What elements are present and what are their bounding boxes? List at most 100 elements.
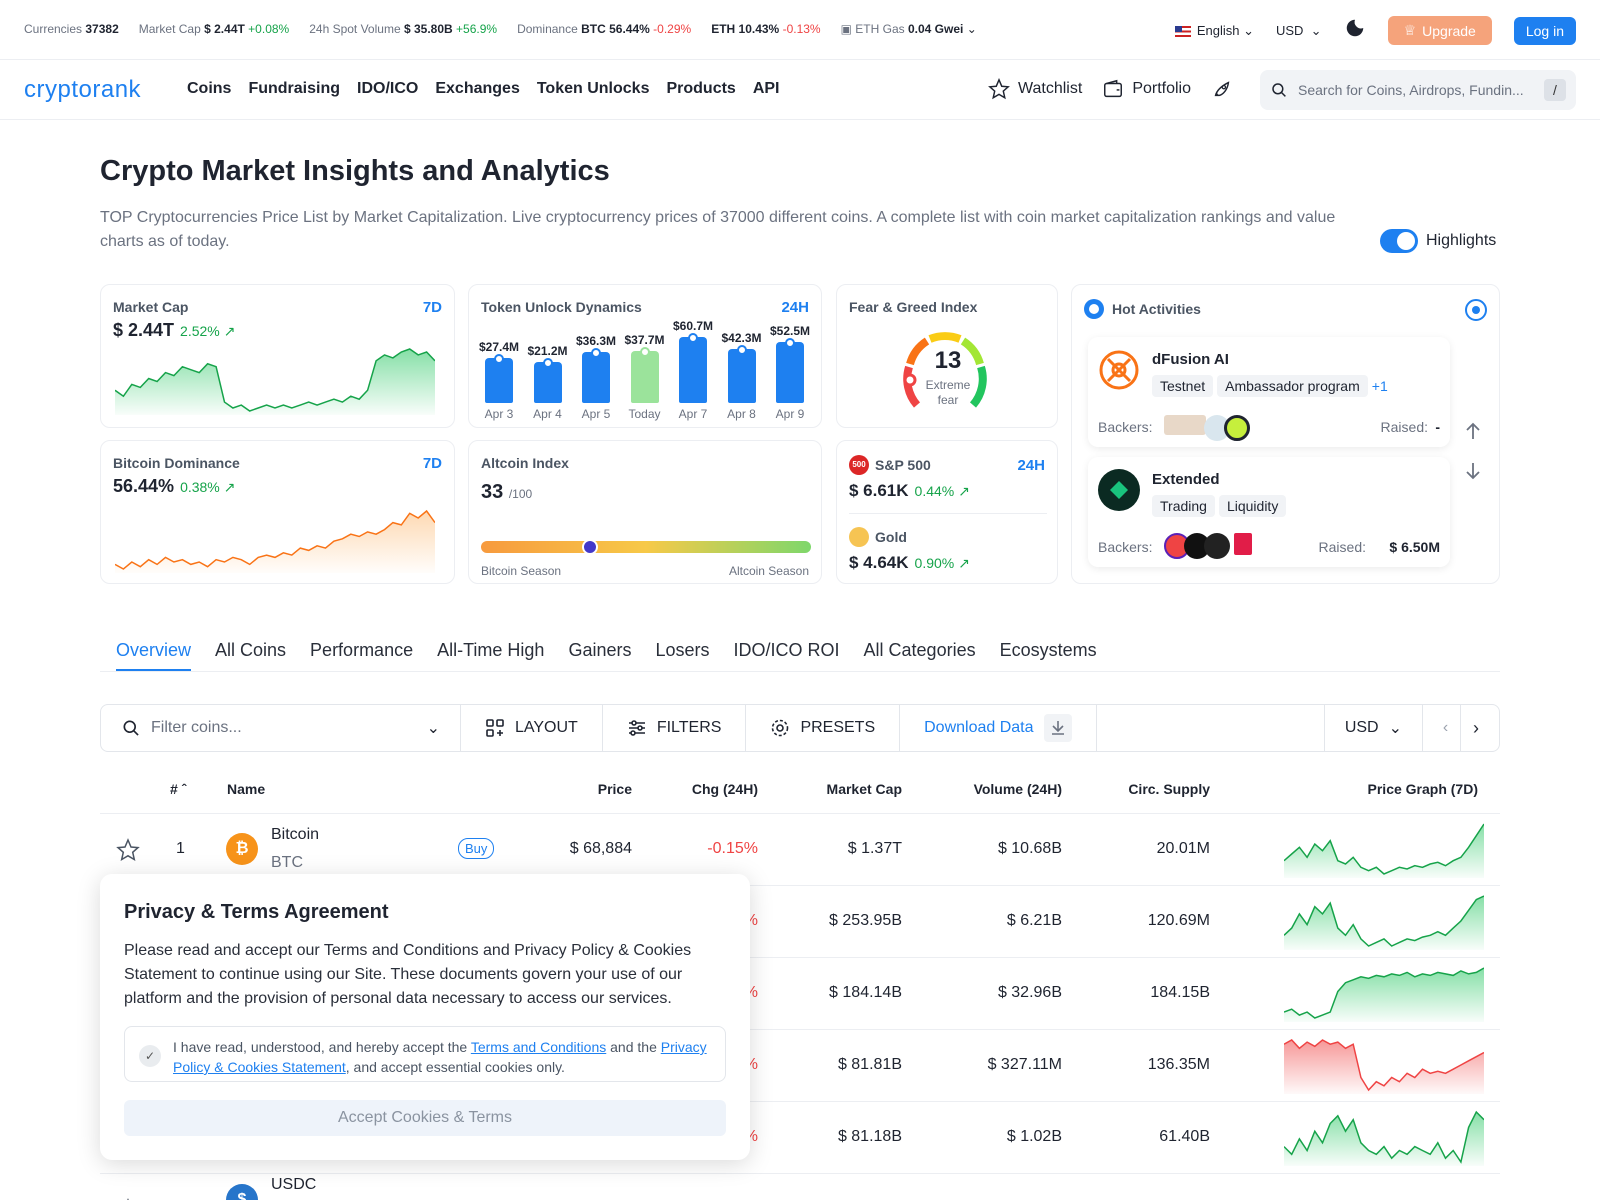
- btc-dominance-card[interactable]: Bitcoin Dominance 7D 56.44% 0.38% ↗: [100, 440, 455, 584]
- nav-products[interactable]: Products: [666, 80, 735, 98]
- tab-ecosystems[interactable]: Ecosystems: [1000, 640, 1097, 671]
- unlock-bar-category: Apr 9: [775, 407, 805, 421]
- tab-performance[interactable]: Performance: [310, 640, 413, 671]
- sparkline-area: [1284, 896, 1484, 950]
- nav-ido-ico[interactable]: IDO/ICO: [357, 80, 418, 98]
- activity-item-dfusion[interactable]: dFusion AI Testnet Ambassador program +1 B…: [1088, 337, 1450, 447]
- star-icon[interactable]: [116, 838, 140, 862]
- unlock-bar-marker: [542, 357, 553, 368]
- token-unlock-card[interactable]: Token Unlock Dynamics 24H $27.4M Apr 3 $21…: [468, 284, 822, 428]
- unlock-bar-group[interactable]: $37.7M Today: [621, 285, 669, 429]
- altcoin-index-card[interactable]: Altcoin Index 33 /100 Bitcoin Season Alt…: [468, 440, 822, 584]
- watchlist-link[interactable]: Watchlist: [988, 78, 1082, 100]
- currency-selector[interactable]: USD ⌄: [1276, 23, 1322, 39]
- coin-name[interactable]: Bitcoin: [271, 826, 319, 844]
- tab-gainers[interactable]: Gainers: [568, 640, 631, 671]
- chevron-down-icon[interactable]: ⌄: [427, 718, 440, 738]
- unlock-bar-group[interactable]: $27.4M Apr 3: [475, 285, 523, 429]
- login-button[interactable]: Log in: [1513, 16, 1576, 45]
- header-rank[interactable]: # ˆ: [170, 781, 186, 797]
- toggle-switch[interactable]: [1380, 229, 1418, 253]
- download-data-button[interactable]: Download Data: [900, 705, 1097, 751]
- tab-losers[interactable]: Losers: [655, 640, 709, 671]
- unlock-bar-label: $36.3M: [575, 334, 617, 349]
- unlock-bar-marker: [639, 347, 650, 358]
- consent-checkbox-row[interactable]: ✓ I have read, understood, and hereby ac…: [124, 1026, 726, 1082]
- filter-coins[interactable]: Filter coins... ⌄: [101, 705, 461, 751]
- scroll-left-icon[interactable]: ‹: [1431, 705, 1461, 751]
- filters-button[interactable]: FILTERS: [603, 705, 747, 751]
- tab-all-time-high[interactable]: All-Time High: [437, 640, 544, 671]
- header-market-cap[interactable]: Market Cap: [827, 781, 902, 797]
- activity-item-extended[interactable]: Extended Trading Liquidity Backers: Raise…: [1088, 457, 1450, 567]
- backer-avatars: [1164, 415, 1250, 441]
- moon-icon: [1346, 19, 1363, 36]
- table-currency-select[interactable]: USD ⌄: [1325, 705, 1423, 751]
- nav-right: Watchlist Portfolio: [988, 78, 1233, 100]
- nav-fundraising[interactable]: Fundraising: [248, 80, 340, 98]
- portfolio-link[interactable]: Portfolio: [1102, 78, 1191, 100]
- language-selector[interactable]: English ⌄: [1174, 23, 1254, 39]
- us-flag-icon: [1174, 25, 1191, 37]
- modal-body: Please read and accept our Terms and Con…: [124, 942, 692, 1007]
- rocket-icon[interactable]: [1211, 78, 1233, 100]
- unlock-bar: [533, 357, 562, 403]
- arrow-up-icon[interactable]: [1464, 421, 1482, 441]
- sort-up-icon: ˆ: [181, 781, 187, 797]
- nav-exchanges[interactable]: Exchanges: [435, 80, 519, 98]
- header-volume[interactable]: Volume (24H): [974, 781, 1062, 797]
- tab-ido-ico-roi[interactable]: IDO/ICO ROI: [734, 640, 840, 671]
- altcoin-index-marker: [581, 539, 598, 555]
- header-price[interactable]: Price: [598, 781, 632, 797]
- nav-api[interactable]: API: [753, 80, 780, 98]
- coin-market-cap: $ 81.81B: [837, 1056, 902, 1073]
- global-search[interactable]: Search for Coins, Airdrops, Fundin... /: [1260, 70, 1576, 110]
- market-cap-card[interactable]: Market Cap 7D $ 2.44T 2.52% ↗: [100, 284, 455, 428]
- header-name[interactable]: Name: [227, 781, 265, 797]
- unlock-bar-group[interactable]: $21.2M Apr 4: [524, 285, 572, 429]
- logo[interactable]: cryptorank: [24, 76, 141, 104]
- check-icon[interactable]: ✓: [139, 1045, 161, 1067]
- scroll-arrows: ‹ ›: [1423, 705, 1499, 751]
- layout-button[interactable]: LAYOUT: [461, 705, 603, 751]
- unlock-bar-group[interactable]: $60.7M Apr 7: [669, 285, 717, 429]
- stat-eth-gas[interactable]: ▣ ETH Gas 0.04 Gwei ⌄: [841, 22, 977, 36]
- search-shortcut: /: [1544, 79, 1566, 101]
- unlock-bar: [582, 348, 610, 403]
- indices-card[interactable]: 500 S&P 500 24H $ 6.61K 0.44% ↗ Gold $ 4.…: [836, 440, 1058, 584]
- buy-button[interactable]: Buy: [458, 838, 495, 859]
- nav-token-unlocks[interactable]: Token Unlocks: [537, 80, 650, 98]
- fear-greed-card[interactable]: Fear & Greed Index 13 Extreme fear: [836, 284, 1058, 428]
- backer-avatars: [1164, 533, 1252, 559]
- coin-logo-icon: ₿: [226, 833, 258, 865]
- arrow-down-icon[interactable]: [1464, 461, 1482, 481]
- nav-links: Coins Fundraising IDO/ICO Exchanges Toke…: [187, 80, 779, 98]
- theme-toggle[interactable]: [1344, 17, 1366, 45]
- stat-btc-dominance: Dominance BTC 56.44% -0.29%: [517, 22, 692, 36]
- highlights-toggle[interactable]: Highlights: [1380, 229, 1496, 253]
- scroll-right-icon[interactable]: ›: [1461, 705, 1491, 751]
- terms-link[interactable]: Terms and Conditions: [471, 1039, 606, 1055]
- filter-coins-input[interactable]: Filter coins...: [151, 719, 242, 737]
- coin-volume: $ 32.96B: [997, 984, 1062, 1001]
- header-supply[interactable]: Circ. Supply: [1128, 781, 1210, 797]
- coin-supply: 120.69M: [1147, 912, 1210, 929]
- coin-name[interactable]: USDC: [271, 1176, 316, 1194]
- tab-overview[interactable]: Overview: [116, 640, 192, 671]
- nav-coins[interactable]: Coins: [187, 80, 231, 98]
- accept-terms-button[interactable]: Accept Cookies & Terms: [124, 1100, 726, 1136]
- header-change[interactable]: Chg (24H): [692, 781, 758, 797]
- sparkline-area: [1284, 1112, 1484, 1166]
- gold-icon: [849, 527, 869, 547]
- presets-button[interactable]: PRESETS: [746, 705, 901, 751]
- unlock-bar-group[interactable]: $36.3M Apr 5: [572, 285, 620, 429]
- table-row[interactable]: $ USDC: [100, 1174, 1500, 1200]
- sp500-badge-icon: 500: [849, 455, 869, 475]
- gas-pump-icon: ▣: [840, 22, 852, 36]
- unlock-bar-group[interactable]: $42.3M Apr 8: [718, 285, 766, 429]
- upgrade-button[interactable]: ♕ Upgrade: [1387, 16, 1492, 45]
- unlock-bar-group[interactable]: $52.5M Apr 9: [766, 285, 814, 429]
- tab-all-categories[interactable]: All Categories: [864, 640, 976, 671]
- tab-all-coins[interactable]: All Coins: [215, 640, 286, 671]
- search-input[interactable]: Search for Coins, Airdrops, Fundin...: [1298, 82, 1524, 98]
